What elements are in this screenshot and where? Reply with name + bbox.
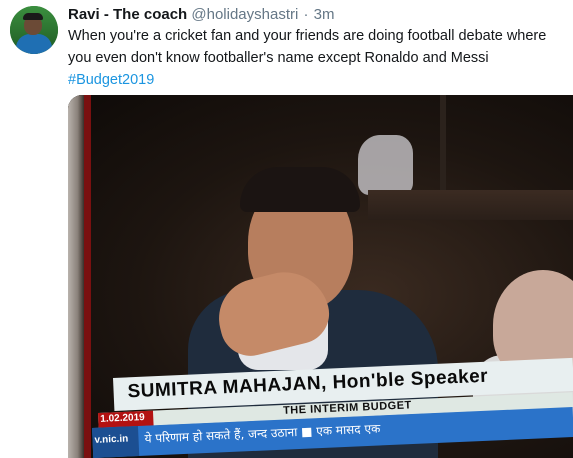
tweet-media-photo[interactable]: SUMITRA MAHAJAN, Hon'ble Speaker 1.02.20…: [68, 95, 573, 458]
tv-ticker-site: v.nic.in: [94, 433, 129, 446]
tv-date: 1.02.2019: [100, 411, 145, 425]
author-handle[interactable]: @holidayshastri: [191, 6, 298, 23]
author-name[interactable]: Ravi - The coach: [68, 6, 187, 23]
separator-dot: ·: [303, 6, 309, 23]
photo-bench: [368, 190, 573, 220]
avatar-hair: [23, 13, 43, 20]
tv-red-border: [84, 95, 91, 458]
tweet-timestamp[interactable]: 3m: [314, 6, 335, 23]
tweet-text: When you're a cricket fan and your frien…: [68, 28, 547, 66]
avatar-shirt: [16, 34, 52, 54]
tweet[interactable]: Ravi - The coach @holidayshastri · 3m Wh…: [0, 0, 573, 458]
tv-ticker-text: ये परिणाम हो सकते हैं, जन्द उठाना ■ एक म…: [144, 421, 381, 446]
tv-ticker-site-box: v.nic.in: [92, 425, 140, 458]
photo-background-figure: [358, 135, 413, 195]
photo-person-hair: [240, 167, 360, 212]
hashtag-link[interactable]: #Budget2019: [68, 72, 154, 88]
avatar[interactable]: [10, 6, 58, 54]
tv-frame-edge: [68, 95, 84, 458]
tweet-header: Ravi - The coach @holidayshastri · 3m: [68, 5, 335, 24]
photo-lamp-pole: [440, 95, 446, 195]
tweet-body: When you're a cricket fan and your frien…: [68, 25, 568, 91]
